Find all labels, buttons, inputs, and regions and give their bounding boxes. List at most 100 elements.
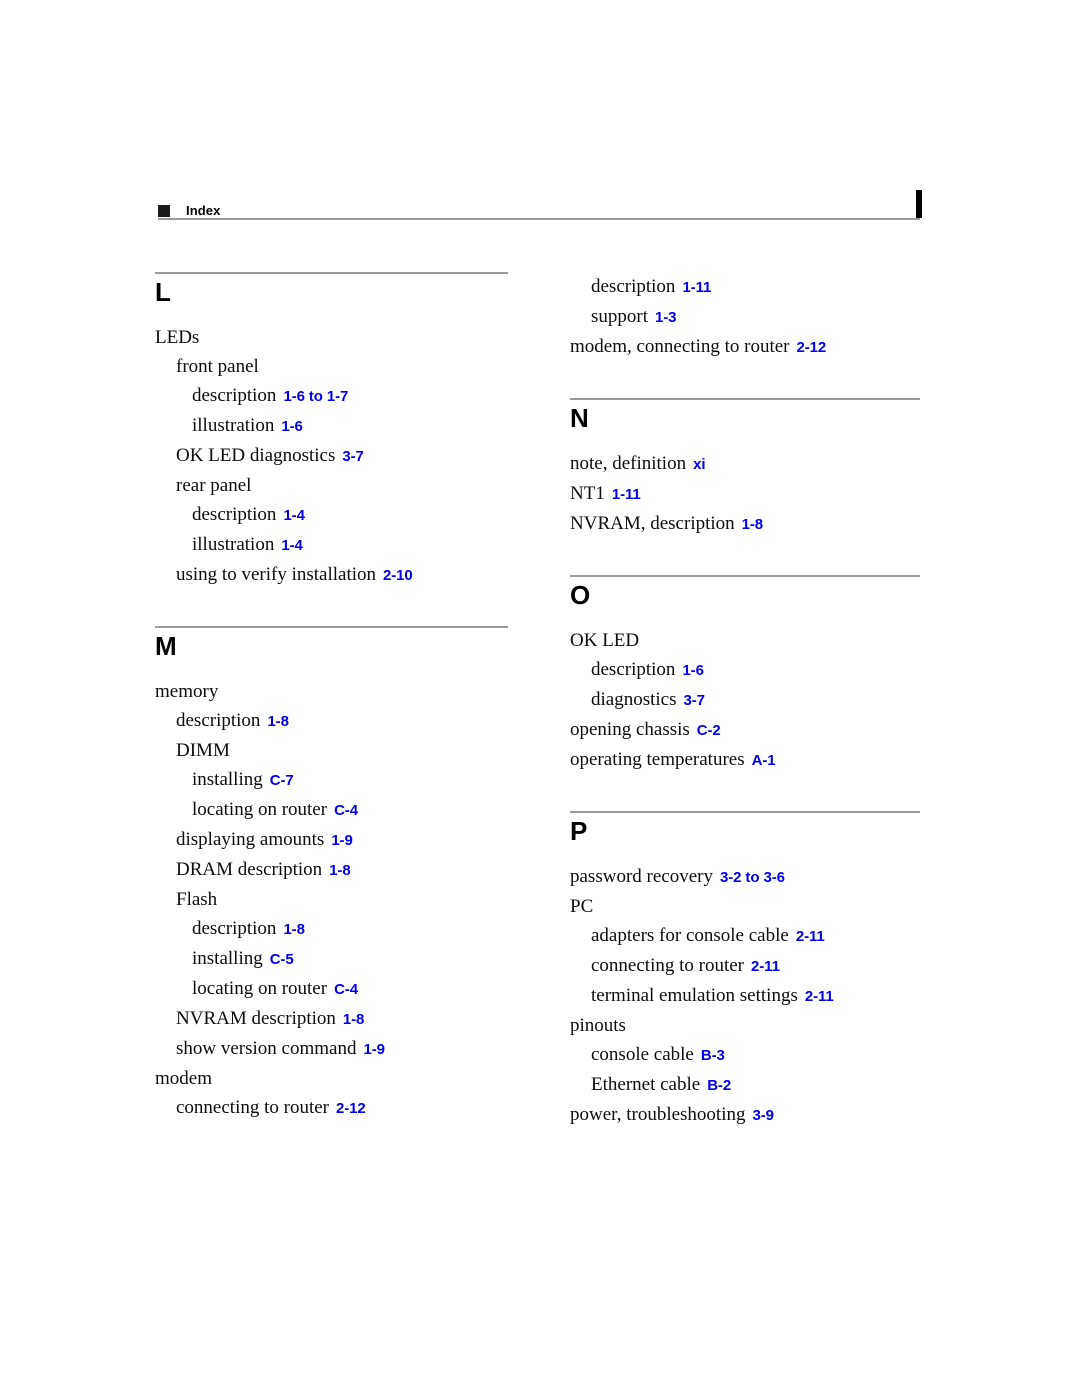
index-page-reference[interactable]: 1-11 [612,486,641,503]
index-entry: description 1-4 [155,500,525,530]
index-entry: displaying amounts 1-9 [155,825,525,855]
black-square-icon [158,205,170,217]
index-entry-term: installing [192,769,263,790]
index-entry-term: Flash [176,889,218,910]
index-entry: power, troubleshooting 3-9 [570,1100,940,1130]
index-entry-term: diagnostics [591,689,677,710]
index-page-reference[interactable]: 1-6 to 1-7 [283,388,348,405]
index-entry: show version command 1-9 [155,1034,525,1064]
index-page-reference[interactable]: 1-6 [682,662,703,679]
index-entry-term: OK LED [570,630,640,651]
index-page-reference[interactable]: 1-9 [331,832,352,849]
index-entry: pinouts [570,1011,940,1040]
index-entry: illustration 1-4 [155,530,525,560]
index-entry-term: NVRAM, description [570,513,735,534]
index-page-reference[interactable]: 3-7 [342,448,363,465]
index-page-reference[interactable]: 1-3 [655,309,676,326]
index-section-continued: description 1-11 support 1-3 modem, connecti… [570,272,940,362]
index-entry: OK LED [570,626,940,655]
index-page-reference[interactable]: 2-11 [796,928,825,945]
index-entry-term: description [192,385,277,406]
index-entry-term: PC [570,896,594,917]
index-page-reference[interactable]: 1-4 [283,507,304,524]
index-entry: adapters for console cable 2-11 [570,921,940,951]
index-entry: connecting to router 2-12 [155,1093,525,1123]
index-section-n: Nnote, definition xi NT1 1-11 NVRAM, descrip… [570,398,940,539]
index-page-reference[interactable]: A-1 [752,752,776,769]
index-entry-term: console cable [591,1044,694,1065]
index-page-reference[interactable]: 3-9 [753,1107,774,1124]
index-page-reference[interactable]: 2-11 [805,988,834,1005]
index-page-reference[interactable]: B-2 [707,1077,731,1094]
index-entry: illustration 1-6 [155,411,525,441]
index-entry: description 1-8 [155,706,525,736]
header-label: Index [186,203,221,218]
index-page-reference[interactable]: xi [693,456,705,473]
index-entry: diagnostics 3-7 [570,685,940,715]
page-footer: IN-4 Cisco 1700 Router Hardware Installa… [0,1177,1080,1397]
index-entry-term: NVRAM description [176,1008,336,1029]
index-column-left: L LEDs front panel description 1-6 to 1-7 ill… [155,272,525,1123]
index-entry-term: rear panel [176,475,252,496]
index-entry: console cable B-3 [570,1040,940,1070]
index-entry-term: description [176,710,261,731]
index-entry: rear panel [155,471,525,500]
header-rule [158,218,920,220]
index-entry: LEDs [155,323,525,352]
index-entry: front panel [155,352,525,381]
index-entry-term: connecting to router [591,955,745,976]
index-entry: using to verify installation 2-10 [155,560,525,590]
index-page-reference[interactable]: C-2 [697,722,721,739]
index-entry-term: NT1 [570,483,605,504]
section-divider [570,398,920,400]
index-page-reference[interactable]: 1-8 [283,921,304,938]
index-entry-term: using to verify installation [176,564,377,585]
index-entry: memory [155,677,525,706]
index-entry: password recovery 3-2 to 3-6 [570,862,940,892]
index-entry-list: memory description 1-8 DIMM installing C-7 loc… [155,677,525,1123]
section-letter-heading: M [155,631,177,661]
index-page-reference[interactable]: 1-8 [267,713,288,730]
index-page-reference[interactable]: 3-7 [684,692,705,709]
index-entry-term: terminal emulation settings [591,985,798,1006]
index-entry-term: description [192,918,277,939]
section-divider [155,272,508,274]
index-entry: description 1-6 to 1-7 [155,381,525,411]
index-entry: locating on router C-4 [155,974,525,1004]
index-page-reference[interactable]: C-5 [270,951,294,968]
index-page-reference[interactable]: C-4 [334,981,358,998]
index-page-reference[interactable]: 2-12 [336,1100,366,1117]
index-entry-term: adapters for console cable [591,925,789,946]
index-page-reference[interactable]: 1-8 [329,862,350,879]
index-page-reference[interactable]: 1-4 [281,537,302,554]
index-page-reference[interactable]: 2-10 [383,567,413,584]
index-entry-term: power, troubleshooting [570,1104,746,1125]
index-entry-term: OK LED diagnostics [176,445,336,466]
index-page-reference[interactable]: 1-9 [363,1041,384,1058]
index-page-reference[interactable]: 3-2 to 3-6 [720,869,785,886]
index-page-reference[interactable]: 2-11 [751,958,780,975]
index-page-reference[interactable]: C-4 [334,802,358,819]
index-entry-term: opening chassis [570,719,690,740]
index-section-p: Ppassword recovery 3-2 to 3-6 PC adapters f… [570,811,940,1130]
index-page-reference[interactable]: B-3 [701,1047,725,1064]
index-entry-term: memory [155,681,219,702]
index-entry-term: support [591,306,648,327]
index-entry: installing C-7 [155,765,525,795]
index-page-reference[interactable]: 1-8 [343,1011,364,1028]
index-entry: support 1-3 [570,302,940,332]
index-page-reference[interactable]: C-7 [270,772,294,789]
index-section-m: Mmemory description 1-8 DIMM installing C-7 lo… [155,626,525,1123]
index-page-reference[interactable]: 1-6 [281,418,302,435]
index-entry: NVRAM description 1-8 [155,1004,525,1034]
index-page-reference[interactable]: 2-12 [797,339,827,356]
index-entry: DIMM [155,736,525,765]
index-entry-term: connecting to router [176,1097,330,1118]
index-entry: Flash [155,885,525,914]
index-page-reference[interactable]: 1-11 [682,279,711,296]
index-entry-list: password recovery 3-2 to 3-6 PC adapters fo… [570,862,940,1130]
index-entry-term: DRAM description [176,859,323,880]
header-edge-tick [916,190,922,218]
index-entry-list: note, definition xi NT1 1-11 NVRAM, descript… [570,449,940,539]
index-page-reference[interactable]: 1-8 [742,516,763,533]
